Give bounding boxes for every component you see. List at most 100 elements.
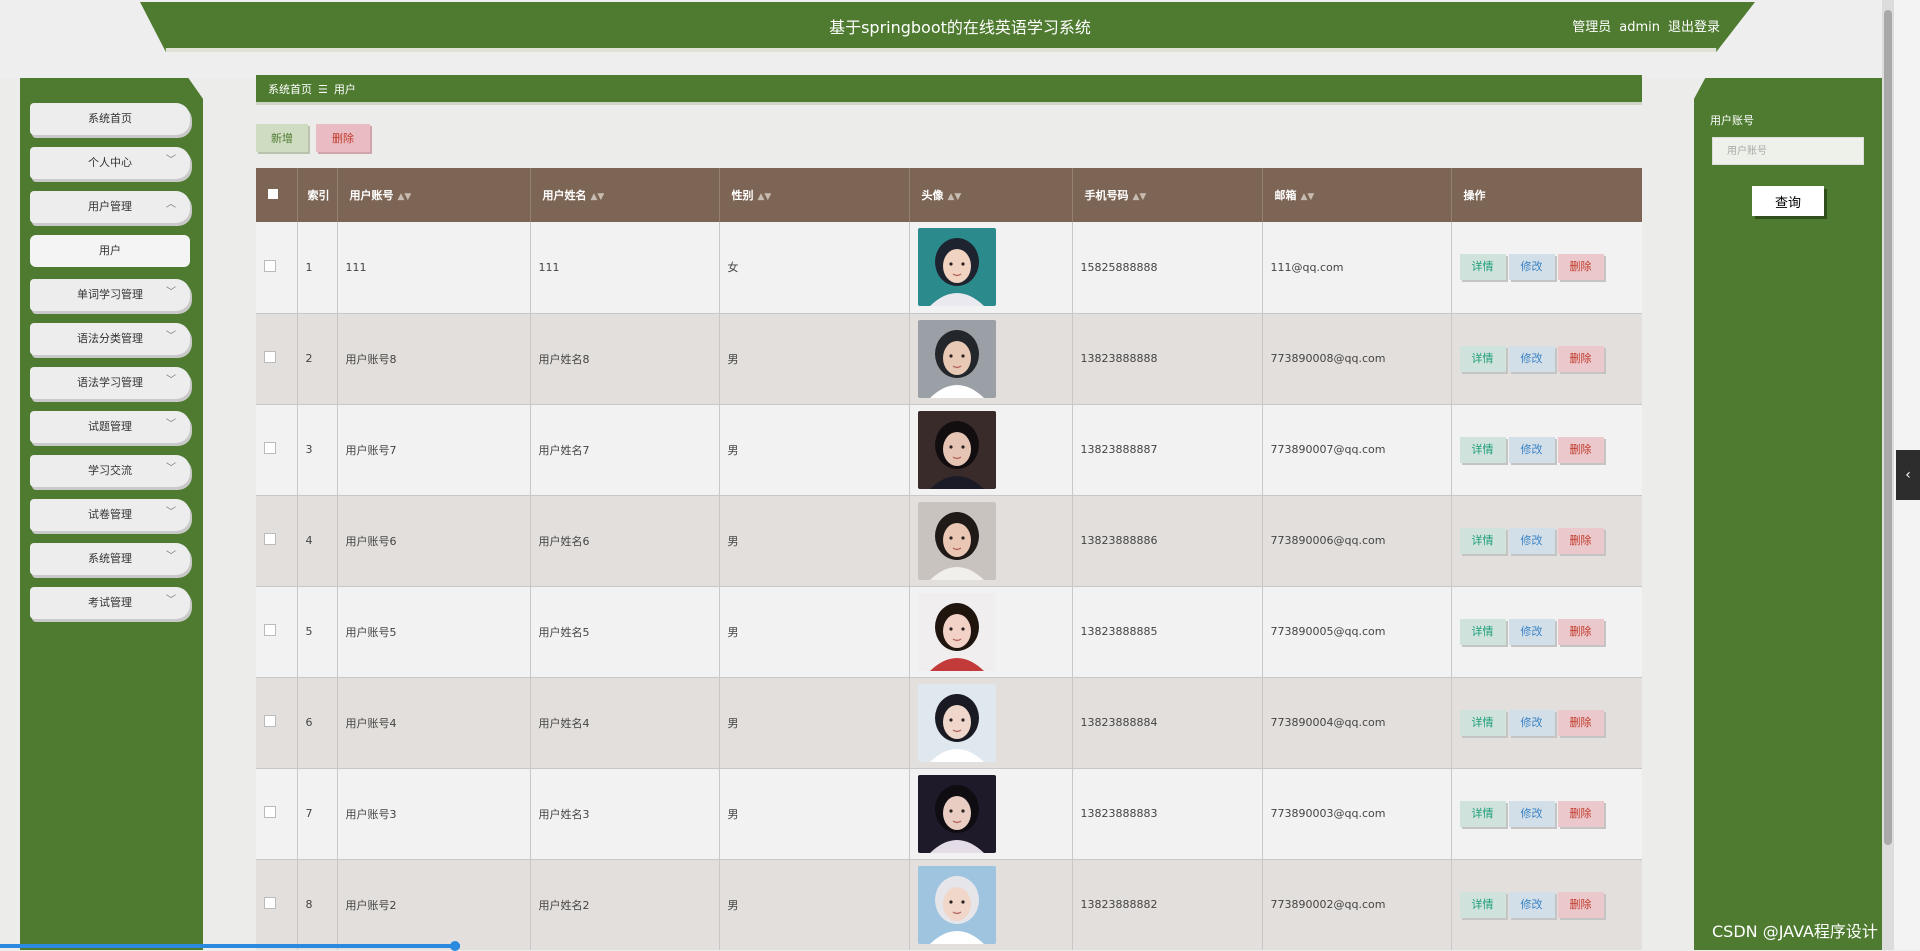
cell-avatar	[909, 495, 1073, 587]
cell-avatar	[909, 404, 1073, 496]
batch-delete-button[interactable]: 删除	[316, 124, 370, 152]
row-checkbox[interactable]	[264, 624, 276, 636]
cell-actions: 详情 修改 删除	[1451, 677, 1642, 769]
vertical-scrollbar[interactable]	[1882, 0, 1894, 950]
col-header-phone[interactable]: 手机号码 ▲▼	[1072, 168, 1263, 222]
avatar-image	[917, 683, 996, 762]
sidebar-item-9[interactable]: 试卷管理 ﹀	[30, 499, 190, 531]
delete-button[interactable]: 删除	[1557, 527, 1604, 554]
sidebar-item-1[interactable]: 个人中心 ﹀	[30, 147, 190, 179]
delete-button[interactable]: 删除	[1557, 436, 1604, 463]
user-area: 管理员 admin 退出登录	[1564, 0, 1720, 56]
cell-index: 8	[297, 859, 338, 950]
table-row: 8 用户账号2 用户姓名2 男 13823888882 773890002@qq.com 详…	[256, 859, 1642, 950]
sidebar-item-3[interactable]: 用户	[30, 235, 190, 267]
scrollbar-thumb[interactable]	[1884, 10, 1892, 845]
sidebar-item-7[interactable]: 试题管理 ﹀	[30, 411, 190, 443]
delete-button[interactable]: 删除	[1557, 618, 1604, 645]
delete-button[interactable]: 删除	[1557, 254, 1604, 281]
delete-button[interactable]: 删除	[1557, 709, 1604, 736]
row-checkbox[interactable]	[264, 806, 276, 818]
cell-gender: 男	[719, 768, 910, 860]
detail-button[interactable]: 详情	[1459, 891, 1506, 918]
collapse-panel-icon[interactable]: ‹	[1896, 450, 1920, 500]
watermark: CSDN @JAVA程序设计	[1712, 922, 1878, 941]
col-header-name[interactable]: 用户姓名 ▲▼	[530, 168, 720, 222]
edit-button[interactable]: 修改	[1508, 436, 1555, 463]
user-table-container: 索引 用户账号 ▲▼ 用户姓名 ▲▼ 性别 ▲▼ 头像 ▲▼ 手机号码 ▲▼ 邮箱 ▲▼ 操…	[256, 168, 1642, 950]
delete-button[interactable]: 删除	[1557, 891, 1604, 918]
detail-button[interactable]: 详情	[1459, 709, 1506, 736]
avatar-image	[917, 410, 996, 489]
sidebar-item-0[interactable]: 系统首页	[30, 103, 190, 135]
sidebar-item-label: 个人中心	[88, 156, 132, 169]
table-row: 1 111 111 女 15825888888 111@qq.com 详情 修改 删除	[256, 222, 1642, 314]
search-label: 用户账号	[1710, 114, 1754, 127]
col-header-account[interactable]: 用户账号 ▲▼	[337, 168, 531, 222]
cell-index: 3	[297, 404, 338, 496]
col-header-actions: 操作	[1451, 168, 1642, 222]
account-search-input[interactable]	[1712, 137, 1864, 165]
row-checkbox[interactable]	[264, 351, 276, 363]
sort-icon: ▲▼	[757, 192, 772, 202]
detail-button[interactable]: 详情	[1459, 254, 1506, 281]
row-checkbox[interactable]	[264, 533, 276, 545]
cell-index: 1	[297, 222, 338, 314]
cell-gender: 男	[719, 586, 910, 678]
chevron-down-icon: ﹀	[166, 155, 176, 166]
edit-button[interactable]: 修改	[1508, 254, 1555, 281]
sidebar-item-6[interactable]: 语法学习管理 ﹀	[30, 367, 190, 399]
cell-avatar	[909, 586, 1073, 678]
edit-button[interactable]: 修改	[1508, 709, 1555, 736]
delete-button[interactable]: 删除	[1557, 345, 1604, 372]
col-header-index: 索引	[297, 168, 338, 222]
cell-actions: 详情 修改 删除	[1451, 404, 1642, 496]
row-checkbox[interactable]	[264, 897, 276, 909]
cell-email: 773890007@qq.com	[1262, 404, 1452, 496]
sidebar-item-label: 用户	[99, 244, 121, 257]
horizontal-scrollbar[interactable]	[0, 944, 460, 948]
edit-button[interactable]: 修改	[1508, 345, 1555, 372]
search-button[interactable]: 查询	[1752, 186, 1824, 216]
edit-button[interactable]: 修改	[1508, 527, 1555, 554]
table-body: 1 111 111 女 15825888888 111@qq.com 详情 修改 删除 2 用户账号…	[256, 222, 1642, 950]
sidebar-item-4[interactable]: 单词学习管理 ﹀	[30, 279, 190, 311]
row-checkbox[interactable]	[264, 442, 276, 454]
edit-button[interactable]: 修改	[1508, 891, 1555, 918]
edit-button[interactable]: 修改	[1508, 800, 1555, 827]
sidebar-item-11[interactable]: 考试管理 ﹀	[30, 587, 190, 619]
cell-index: 5	[297, 586, 338, 678]
cell-gender: 男	[719, 677, 910, 769]
sidebar-item-8[interactable]: 学习交流 ﹀	[30, 455, 190, 487]
sidebar-item-10[interactable]: 系统管理 ﹀	[30, 543, 190, 575]
breadcrumb-home[interactable]: 系统首页	[268, 83, 312, 96]
col-header-avatar[interactable]: 头像 ▲▼	[909, 168, 1073, 222]
cell-name: 用户姓名3	[530, 768, 720, 860]
col-header-gender[interactable]: 性别 ▲▼	[719, 168, 910, 222]
detail-button[interactable]: 详情	[1459, 618, 1506, 645]
cell-gender: 男	[719, 495, 910, 587]
sidebar-item-label: 系统管理	[88, 552, 132, 565]
add-button[interactable]: 新增	[256, 124, 308, 152]
row-checkbox[interactable]	[264, 715, 276, 727]
row-checkbox[interactable]	[264, 259, 276, 272]
sidebar-item-5[interactable]: 语法分类管理 ﹀	[30, 323, 190, 355]
user-table: 索引 用户账号 ▲▼ 用户姓名 ▲▼ 性别 ▲▼ 头像 ▲▼ 手机号码 ▲▼ 邮箱 ▲▼ 操…	[256, 168, 1642, 950]
cell-phone: 13823888887	[1072, 404, 1263, 496]
cell-name: 用户姓名8	[530, 313, 720, 405]
detail-button[interactable]: 详情	[1459, 800, 1506, 827]
avatar-image	[917, 319, 996, 398]
detail-button[interactable]: 详情	[1459, 527, 1506, 554]
cell-actions: 详情 修改 删除	[1451, 859, 1642, 950]
cell-index: 4	[297, 495, 338, 587]
delete-button[interactable]: 删除	[1557, 800, 1604, 827]
logout-link[interactable]: 退出登录	[1668, 20, 1720, 35]
col-header-email[interactable]: 邮箱 ▲▼	[1262, 168, 1452, 222]
detail-button[interactable]: 详情	[1459, 345, 1506, 372]
cell-avatar	[909, 677, 1073, 769]
edit-button[interactable]: 修改	[1508, 618, 1555, 645]
row-select-cell	[256, 404, 298, 496]
sidebar-item-2[interactable]: 用户管理 ︿	[30, 191, 190, 223]
detail-button[interactable]: 详情	[1459, 436, 1506, 463]
select-all-checkbox[interactable]	[268, 188, 278, 199]
